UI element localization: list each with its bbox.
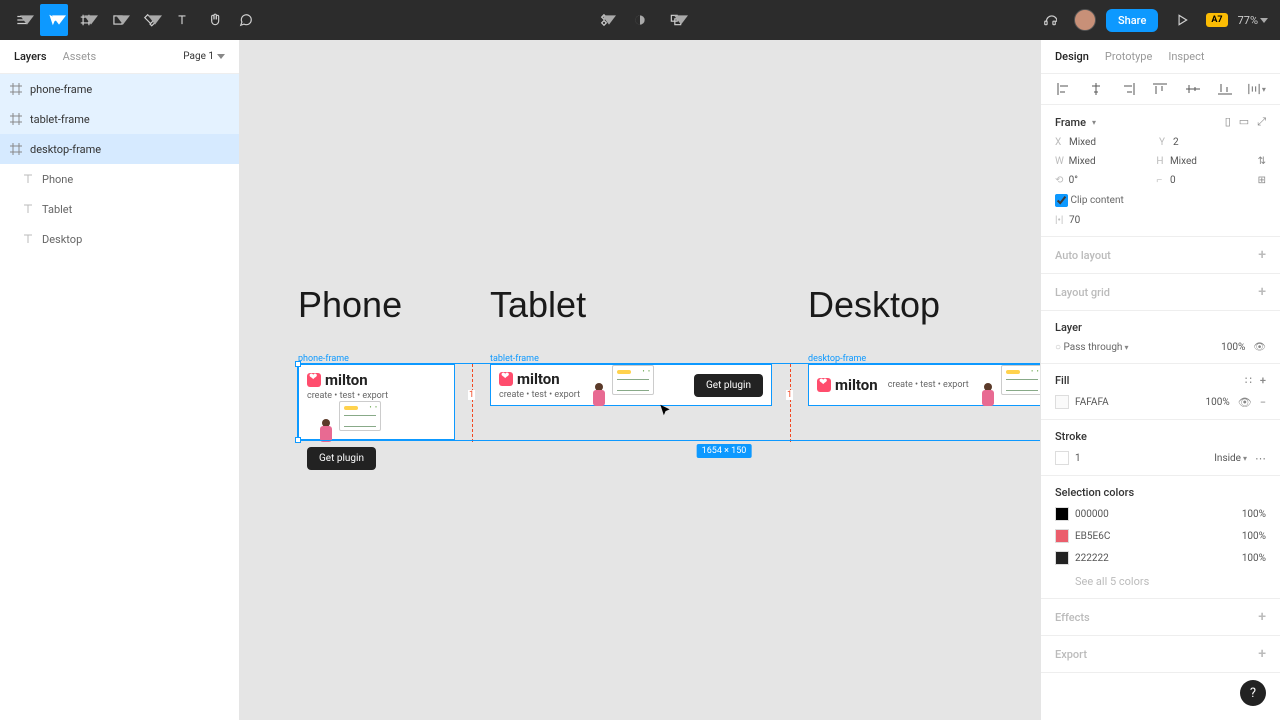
stroke-swatch[interactable]: [1055, 451, 1069, 465]
align-right-icon[interactable]: [1119, 82, 1137, 96]
inspect-tab[interactable]: Inspect: [1168, 50, 1204, 63]
zoom-control[interactable]: 77%: [1238, 14, 1268, 27]
help-button[interactable]: ?: [1240, 680, 1266, 706]
comment-tool[interactable]: [232, 4, 260, 36]
share-button[interactable]: Share: [1106, 9, 1158, 32]
fill-swatch[interactable]: [1055, 395, 1069, 409]
layer-tablet-frame[interactable]: tablet-frame: [0, 104, 239, 134]
distribute-icon[interactable]: ▾: [1248, 82, 1266, 96]
stroke-section: Stroke 1Inside▾⋯: [1041, 420, 1280, 476]
design-tab[interactable]: Design: [1055, 50, 1089, 63]
audio-icon[interactable]: [1036, 4, 1064, 36]
frame-tool[interactable]: [72, 4, 100, 36]
title-desktop: Desktop: [808, 284, 940, 326]
canvas[interactable]: Phone Tablet Desktop phone-frame tablet-…: [240, 40, 1040, 720]
visibility-icon[interactable]: 👁: [1253, 342, 1266, 353]
prototype-tab[interactable]: Prototype: [1105, 50, 1152, 63]
page-selector[interactable]: Page 1: [183, 51, 225, 62]
selection-dimensions: 1654 × 150: [697, 444, 752, 458]
stroke-weight[interactable]: 1: [1075, 453, 1081, 464]
layers-panel: Layers Assets Page 1 phone-frame tablet-…: [0, 40, 240, 720]
boolean-tool[interactable]: [662, 4, 690, 36]
align-controls: ▾: [1041, 74, 1280, 105]
opacity-input[interactable]: 100%: [1221, 342, 1245, 353]
align-left-icon[interactable]: [1055, 82, 1073, 96]
constrain-icon[interactable]: ⇅: [1258, 156, 1266, 167]
independent-corners-icon[interactable]: ⊞: [1258, 175, 1266, 186]
stroke-more-icon[interactable]: ⋯: [1255, 452, 1266, 465]
ib-input[interactable]: 70: [1069, 215, 1159, 226]
x-input[interactable]: Mixed: [1069, 137, 1159, 148]
see-all-colors[interactable]: See all 5 colors: [1055, 575, 1266, 588]
h-input[interactable]: Mixed: [1170, 156, 1258, 167]
color-swatch[interactable]: [1055, 529, 1069, 543]
component-tool[interactable]: [590, 4, 618, 36]
y-input[interactable]: 2: [1173, 137, 1263, 148]
align-top-icon[interactable]: [1151, 82, 1169, 96]
text-icon: [22, 233, 34, 245]
main-menu-button[interactable]: [8, 4, 36, 36]
layer-desktop-text[interactable]: Desktop: [0, 224, 239, 254]
text-tool[interactable]: [168, 4, 196, 36]
blend-mode[interactable]: Pass through: [1064, 342, 1123, 353]
frame-icon: [10, 83, 22, 95]
get-plugin-button[interactable]: Get plugin: [307, 447, 376, 470]
color-swatch[interactable]: [1055, 507, 1069, 521]
move-tool[interactable]: [40, 4, 68, 36]
layer-phone-text[interactable]: Phone: [0, 164, 239, 194]
export-section[interactable]: Export+: [1041, 636, 1280, 673]
align-vcenter-icon[interactable]: [1184, 82, 1202, 96]
add-fill-icon[interactable]: +: [1260, 374, 1266, 387]
layer-phone-frame[interactable]: phone-frame: [0, 74, 239, 104]
w-input[interactable]: Mixed: [1069, 156, 1157, 167]
layers-tab[interactable]: Layers: [14, 50, 47, 63]
layers-list: phone-frame tablet-frame desktop-frame P…: [0, 74, 239, 254]
layout-grid-section[interactable]: Layout grid+: [1041, 274, 1280, 311]
corner-input[interactable]: 0: [1170, 175, 1258, 186]
design-panel: Design Prototype Inspect ▾ Frame▾ ▯ ▭ ⤢ …: [1040, 40, 1280, 720]
shape-tool[interactable]: [104, 4, 132, 36]
top-toolbar: Share A7 77%: [0, 0, 1280, 40]
plan-badge: A7: [1206, 13, 1227, 27]
portrait-icon[interactable]: ▯: [1225, 115, 1231, 129]
align-bottom-icon[interactable]: [1216, 82, 1234, 96]
landscape-icon[interactable]: ▭: [1239, 115, 1249, 129]
fill-opacity[interactable]: 100%: [1206, 397, 1230, 408]
rotation-input[interactable]: 0°: [1069, 175, 1157, 186]
fill-hex[interactable]: FAFAFA: [1075, 397, 1109, 408]
remove-icon[interactable]: −: [1260, 396, 1266, 409]
user-avatar[interactable]: [1074, 9, 1096, 31]
align-hcenter-icon[interactable]: [1087, 82, 1105, 96]
assets-tab[interactable]: Assets: [63, 50, 97, 63]
layer-tablet-text[interactable]: Tablet: [0, 194, 239, 224]
selection-box: 1654 × 150: [297, 363, 1151, 441]
layer-section: Layer ○ Pass through▾100%👁: [1041, 311, 1280, 364]
fill-section: Fill∷+ FAFAFA100%👁−: [1041, 364, 1280, 420]
hand-tool[interactable]: [200, 4, 228, 36]
resize-fit-icon[interactable]: ⤢: [1257, 115, 1266, 129]
title-phone: Phone: [298, 284, 402, 326]
auto-layout-section[interactable]: Auto layout+: [1041, 237, 1280, 274]
style-icon[interactable]: ∷: [1245, 374, 1252, 387]
present-button[interactable]: [1168, 4, 1196, 36]
pen-tool[interactable]: [136, 4, 164, 36]
text-icon: [22, 203, 34, 215]
layer-desktop-frame[interactable]: desktop-frame: [0, 134, 239, 164]
frame-icon: [10, 113, 22, 125]
stroke-position[interactable]: Inside▾: [1214, 453, 1247, 464]
effects-section[interactable]: Effects+: [1041, 599, 1280, 636]
mask-tool[interactable]: [626, 4, 654, 36]
frame-section: Frame▾ ▯ ▭ ⤢ XMixedY2 WMixedHMixed⇅ ⟲0°⌐…: [1041, 105, 1280, 237]
selection-colors-section: Selection colors 000000100% EB5E6C100% 2…: [1041, 476, 1280, 599]
frame-icon: [10, 143, 22, 155]
visibility-icon[interactable]: 👁: [1238, 396, 1252, 409]
title-tablet: Tablet: [490, 284, 586, 326]
clip-content-checkbox[interactable]: [1055, 194, 1068, 207]
color-swatch[interactable]: [1055, 551, 1069, 565]
text-icon: [22, 173, 34, 185]
